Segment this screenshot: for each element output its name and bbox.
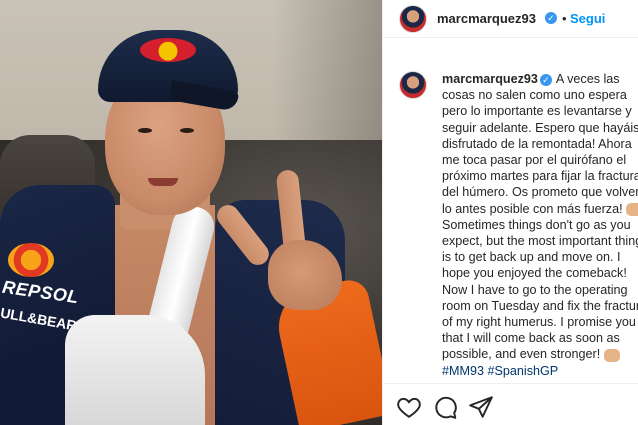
post-photo[interactable]: REPSOL ULL&BEAR <box>0 0 382 425</box>
caption-text: marcmarquez93 ✓ A veces las cosas no salen… <box>442 71 638 379</box>
follow-button[interactable]: Segui <box>570 11 605 26</box>
comment-icon[interactable] <box>432 394 458 420</box>
arm-sling <box>65 315 205 425</box>
verified-badge-icon: ✓ <box>539 73 552 86</box>
cap-logo <box>140 38 196 62</box>
left-eye <box>138 128 152 133</box>
avatar[interactable] <box>399 5 427 33</box>
verified-badge-icon: ✓ <box>545 12 557 24</box>
header-username[interactable]: marcmarquez93 <box>437 11 536 26</box>
post-sidebar: marcmarquez93 ✓ • Segui marcmarquez93 ✓ A … <box>382 0 638 425</box>
flexed-biceps-emoji <box>626 202 638 216</box>
caption-avatar[interactable] <box>399 71 427 99</box>
flexed-biceps-emoji <box>603 348 620 362</box>
repsol-logo <box>8 243 54 277</box>
caption-english: Sometimes things don't go as you expect,… <box>442 217 638 362</box>
smile <box>148 178 178 186</box>
caption-spanish: A veces las cosas no salen como uno espe… <box>442 72 638 216</box>
caption-username[interactable]: marcmarquez93 <box>442 72 538 86</box>
share-icon[interactable] <box>468 394 494 420</box>
action-bar <box>383 383 638 425</box>
heart-icon[interactable] <box>396 394 422 420</box>
separator-dot: • <box>562 11 567 26</box>
post-header: marcmarquez93 ✓ • Segui <box>383 0 638 38</box>
right-eye <box>180 128 194 133</box>
hashtags-link[interactable]: #MM93 #SpanishGP <box>442 364 558 378</box>
